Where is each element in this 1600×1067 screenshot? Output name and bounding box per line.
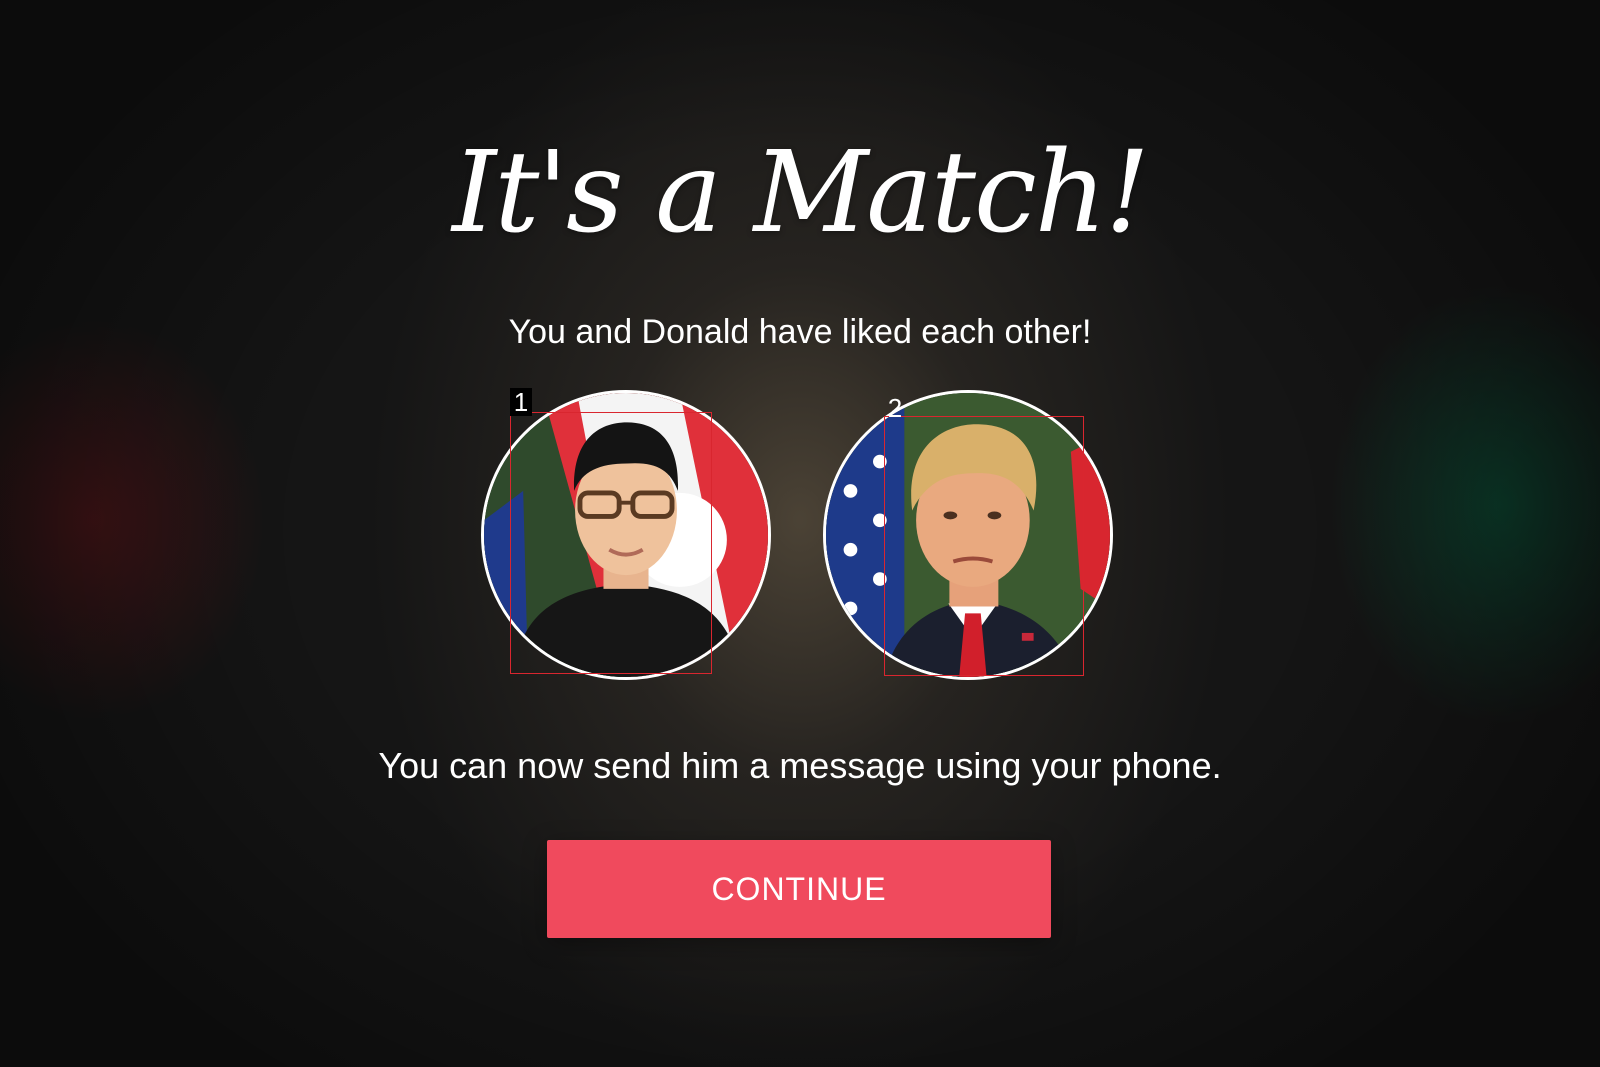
match-subtitle: You and Donald have liked each other! (508, 313, 1092, 351)
avatar-marker-2: 2 (887, 393, 903, 423)
face-bounding-box-1 (510, 412, 712, 674)
avatar-marker-1: 1 (510, 388, 532, 416)
match-message: You can now send him a message using you… (378, 745, 1222, 786)
face-bounding-box-2 (884, 416, 1084, 676)
match-title: It's a Match! (452, 128, 1150, 258)
continue-button[interactable]: CONTINUE (547, 840, 1051, 938)
